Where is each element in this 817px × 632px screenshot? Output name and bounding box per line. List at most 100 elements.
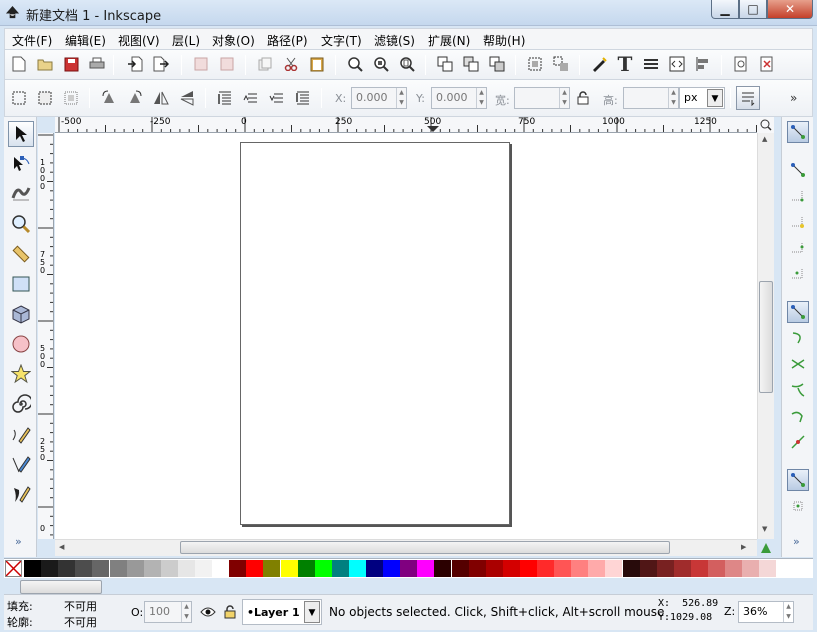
rectangle-tool-icon[interactable] [8, 271, 34, 297]
chevron-down-icon[interactable]: ▼ [707, 89, 723, 107]
snap-bbox-icon[interactable] [787, 159, 809, 181]
color-swatch[interactable] [212, 560, 230, 577]
flip-vertical-icon[interactable] [177, 88, 197, 108]
duplicate-icon[interactable] [435, 54, 455, 74]
open-folder-icon[interactable] [35, 54, 55, 74]
ellipse-tool-icon[interactable] [8, 331, 34, 357]
color-swatch[interactable] [434, 560, 452, 577]
unlink-clone-icon[interactable] [487, 54, 507, 74]
color-swatch[interactable] [537, 560, 554, 577]
palette-scrollbar[interactable] [20, 580, 102, 594]
color-swatch[interactable] [229, 560, 247, 577]
color-swatch[interactable] [742, 560, 760, 577]
document-page[interactable] [240, 142, 510, 525]
star-tool-icon[interactable] [8, 361, 34, 387]
pen-tool-icon[interactable] [8, 451, 34, 477]
transform-toggle-button[interactable] [736, 86, 760, 110]
maximize-button[interactable]: □ [739, 0, 767, 19]
color-swatch[interactable] [58, 560, 76, 577]
measure-tool-icon[interactable] [8, 241, 34, 267]
color-swatch[interactable] [605, 560, 623, 577]
vertical-ruler[interactable]: 1000 750 500 250 0 [38, 133, 54, 539]
color-swatch[interactable] [383, 560, 401, 577]
chevron-down-icon[interactable]: ▼ [304, 601, 320, 623]
color-swatch[interactable] [195, 560, 212, 577]
layers-icon[interactable] [641, 54, 661, 74]
scroll-right-icon[interactable]: ▶ [741, 543, 746, 551]
color-swatch[interactable] [519, 560, 537, 577]
gradient-corner-icon[interactable] [757, 539, 774, 556]
snap-overflow-icon[interactable]: » [793, 535, 800, 548]
color-swatch[interactable] [708, 560, 725, 577]
overflow-chevron-icon[interactable]: » [790, 91, 797, 105]
paste-icon[interactable] [307, 54, 327, 74]
stroke-value[interactable]: 不可用 [64, 614, 97, 630]
select-all-icon[interactable] [9, 88, 29, 108]
snap-cusp-nodes-icon[interactable] [787, 379, 809, 401]
clone-icon[interactable] [461, 54, 481, 74]
fill-stroke-icon[interactable] [589, 54, 609, 74]
y-spinbox[interactable]: 0.000 ▲ ▼ [431, 87, 487, 109]
tweak-tool-icon[interactable] [8, 179, 34, 205]
menu-file[interactable]: 文件(F) [12, 32, 52, 49]
undo-icon[interactable] [191, 54, 211, 74]
spin-arrows-icon[interactable]: ▲ ▼ [559, 88, 569, 108]
fill-value[interactable]: 不可用 [64, 598, 97, 614]
no-paint-swatch[interactable] [5, 560, 22, 577]
color-swatch[interactable] [366, 560, 383, 577]
preferences-icon[interactable] [757, 54, 777, 74]
xml-editor-icon[interactable] [667, 54, 687, 74]
color-swatch[interactable] [263, 560, 281, 577]
toolbox-overflow-icon[interactable]: » [15, 535, 22, 548]
menu-text[interactable]: 文字(T) [321, 32, 362, 49]
zoom-page-icon[interactable] [397, 54, 417, 74]
cut-icon[interactable] [281, 54, 301, 74]
snap-toggle-icon[interactable] [787, 121, 809, 143]
width-spinbox[interactable]: ▲ ▼ [514, 87, 570, 109]
menu-view[interactable]: 视图(V) [118, 32, 160, 49]
color-swatch[interactable] [673, 560, 691, 577]
flip-horizontal-icon[interactable] [151, 88, 171, 108]
ungroup-icon[interactable] [551, 54, 571, 74]
color-swatch[interactable] [400, 560, 418, 577]
zoom-spinbox[interactable]: 36% ▲ ▼ [738, 601, 794, 623]
color-swatch[interactable] [160, 560, 178, 577]
print-icon[interactable] [87, 54, 107, 74]
snap-midpoints-icon[interactable] [787, 431, 809, 453]
calligraphy-tool-icon[interactable] [8, 481, 34, 507]
unit-select[interactable]: px ▼ [679, 87, 725, 109]
color-swatch[interactable] [24, 560, 41, 577]
color-swatch[interactable] [451, 560, 469, 577]
snap-bbox-center-icon[interactable] [787, 263, 809, 285]
scroll-up-icon[interactable]: ▲ [762, 135, 767, 143]
selector-tool-icon[interactable] [8, 121, 34, 147]
layer-select[interactable]: •Layer 1 ▼ [242, 599, 322, 625]
snap-smooth-nodes-icon[interactable] [787, 405, 809, 427]
spin-arrows-icon[interactable]: ▲ ▼ [668, 88, 678, 108]
height-spinbox[interactable]: ▲ ▼ [623, 87, 679, 109]
spiral-tool-icon[interactable] [8, 391, 34, 417]
vertical-scrollbar[interactable]: ▲ ▼ [757, 133, 774, 539]
spin-arrows-icon[interactable]: ▲ ▼ [476, 88, 486, 108]
color-swatch[interactable] [622, 560, 640, 577]
layer-visibility-eye-icon[interactable] [198, 602, 218, 622]
horizontal-ruler[interactable]: -500 -250 0 250 500 750 1000 1250 [55, 117, 757, 133]
color-swatch[interactable] [126, 560, 144, 577]
color-swatch[interactable] [639, 560, 657, 577]
spin-arrows-icon[interactable]: ▲ ▼ [181, 602, 191, 622]
menu-layer[interactable]: 层(L) [172, 32, 200, 49]
zoom-selection-icon[interactable] [345, 54, 365, 74]
copy-icon[interactable] [255, 54, 275, 74]
snap-center-icon[interactable] [787, 495, 809, 517]
color-swatch[interactable] [92, 560, 110, 577]
color-swatch[interactable] [656, 560, 674, 577]
zoom-corner-icon[interactable] [757, 117, 774, 133]
color-swatch[interactable] [759, 560, 777, 577]
menu-help[interactable]: 帮助(H) [483, 32, 525, 49]
lock-icon[interactable] [573, 88, 593, 108]
align-distribute-icon[interactable] [693, 54, 713, 74]
horizontal-scrollbar[interactable]: ◀ ▶ [55, 539, 757, 556]
rotate-cw-icon[interactable] [125, 88, 145, 108]
lower-icon[interactable] [267, 88, 287, 108]
color-swatch[interactable] [246, 560, 264, 577]
